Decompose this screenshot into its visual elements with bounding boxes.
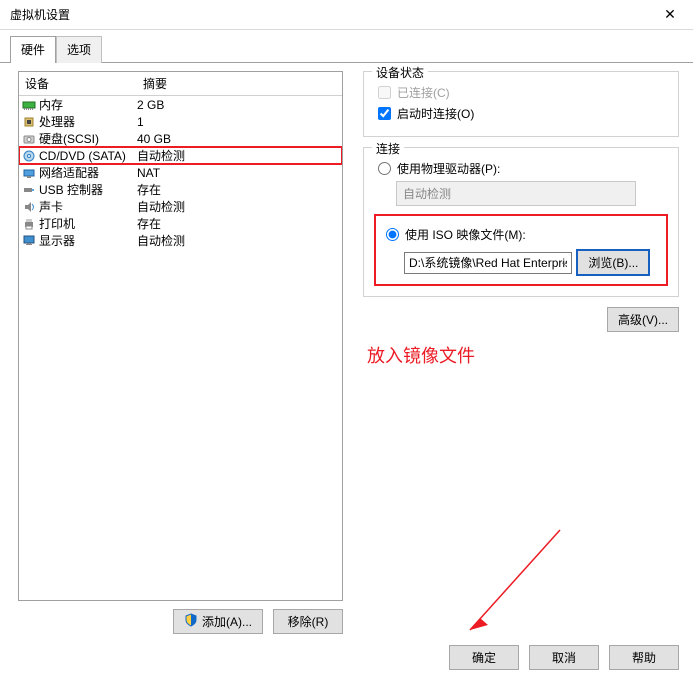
hardware-row[interactable]: 显示器自动检测 [19,232,342,249]
device-name: USB 控制器 [39,181,137,198]
display-icon [21,234,37,248]
device-name: 处理器 [39,113,137,130]
label-use-iso: 使用 ISO 映像文件(M): [405,226,526,243]
hardware-row[interactable]: 网络适配器NAT [19,164,342,181]
remove-button[interactable]: 移除(R) [273,609,343,634]
cpu-icon [21,115,37,129]
group-device-state: 设备状态 已连接(C) 启动时连接(O) [363,71,679,137]
hdr-device: 设备 [19,72,137,95]
iso-path-input[interactable] [404,252,572,274]
checkbox-connected [378,86,391,99]
checkbox-connect-poweron[interactable] [378,107,391,120]
device-summary: 2 GB [137,98,164,112]
group-label-devstate: 设备状态 [372,64,428,81]
radio-use-iso[interactable] [386,228,399,241]
hardware-table: 设备 摘要 内存2 GB处理器1硬盘(SCSI)40 GBCD/DVD (SAT… [18,71,343,601]
printer-icon [21,217,37,231]
device-name: 网络适配器 [39,164,137,181]
cancel-button[interactable]: 取消 [529,645,599,670]
hardware-table-body: 内存2 GB处理器1硬盘(SCSI)40 GBCD/DVD (SATA)自动检测… [19,96,342,600]
select-physical-drive: 自动检测 [396,181,636,206]
group-label-connection: 连接 [372,140,404,157]
disk-icon [21,132,37,146]
memory-icon [21,98,37,112]
annotation-text: 放入镜像文件 [367,342,679,368]
device-summary: 1 [137,115,144,129]
radio-physical-drive[interactable] [378,162,391,175]
label-physical-drive: 使用物理驱动器(P): [397,160,500,177]
hardware-row[interactable]: 内存2 GB [19,96,342,113]
hdr-summary: 摘要 [137,72,342,95]
hardware-row[interactable]: CD/DVD (SATA)自动检测 [19,147,342,164]
sound-icon [21,200,37,214]
titlebar: 虚拟机设置 ✕ [0,0,693,30]
tab-options[interactable]: 选项 [56,36,102,63]
close-icon[interactable]: ✕ [647,0,693,30]
advanced-button[interactable]: 高级(V)... [607,307,679,332]
label-connect-poweron: 启动时连接(O) [397,105,474,122]
hardware-table-header: 设备 摘要 [19,72,342,96]
hardware-row[interactable]: USB 控制器存在 [19,181,342,198]
group-connection: 连接 使用物理驱动器(P): 自动检测 使用 ISO 映像文件(M): ⌄ 浏览… [363,147,679,297]
window-title: 虚拟机设置 [10,6,70,23]
device-name: 打印机 [39,215,137,232]
help-button[interactable]: 帮助 [609,645,679,670]
device-name: 显示器 [39,232,137,249]
device-summary: 存在 [137,181,161,198]
shield-icon [184,613,198,630]
hardware-row[interactable]: 硬盘(SCSI)40 GB [19,130,342,147]
tab-hardware[interactable]: 硬件 [10,36,56,63]
ok-button[interactable]: 确定 [449,645,519,670]
device-summary: 自动检测 [137,198,185,215]
device-summary: 自动检测 [137,232,185,249]
device-summary: NAT [137,166,160,180]
hardware-row[interactable]: 处理器1 [19,113,342,130]
dialog-footer: 确定 取消 帮助 [449,645,679,670]
hardware-row[interactable]: 声卡自动检测 [19,198,342,215]
cd-icon [21,149,37,163]
device-name: CD/DVD (SATA) [39,149,137,163]
net-icon [21,166,37,180]
usb-icon [21,183,37,197]
device-summary: 40 GB [137,132,171,146]
hardware-row[interactable]: 打印机存在 [19,215,342,232]
device-summary: 自动检测 [137,147,185,164]
add-button[interactable]: 添加(A)... [173,609,263,634]
device-name: 内存 [39,96,137,113]
tabstrip: 硬件 选项 [0,30,693,63]
iso-highlight-box: 使用 ISO 映像文件(M): ⌄ 浏览(B)... [374,214,668,286]
browse-button[interactable]: 浏览(B)... [576,249,650,276]
device-name: 声卡 [39,198,137,215]
device-name: 硬盘(SCSI) [39,130,137,147]
label-connected: 已连接(C) [397,84,450,101]
device-summary: 存在 [137,215,161,232]
chevron-down-icon[interactable]: ⌄ [560,257,568,268]
